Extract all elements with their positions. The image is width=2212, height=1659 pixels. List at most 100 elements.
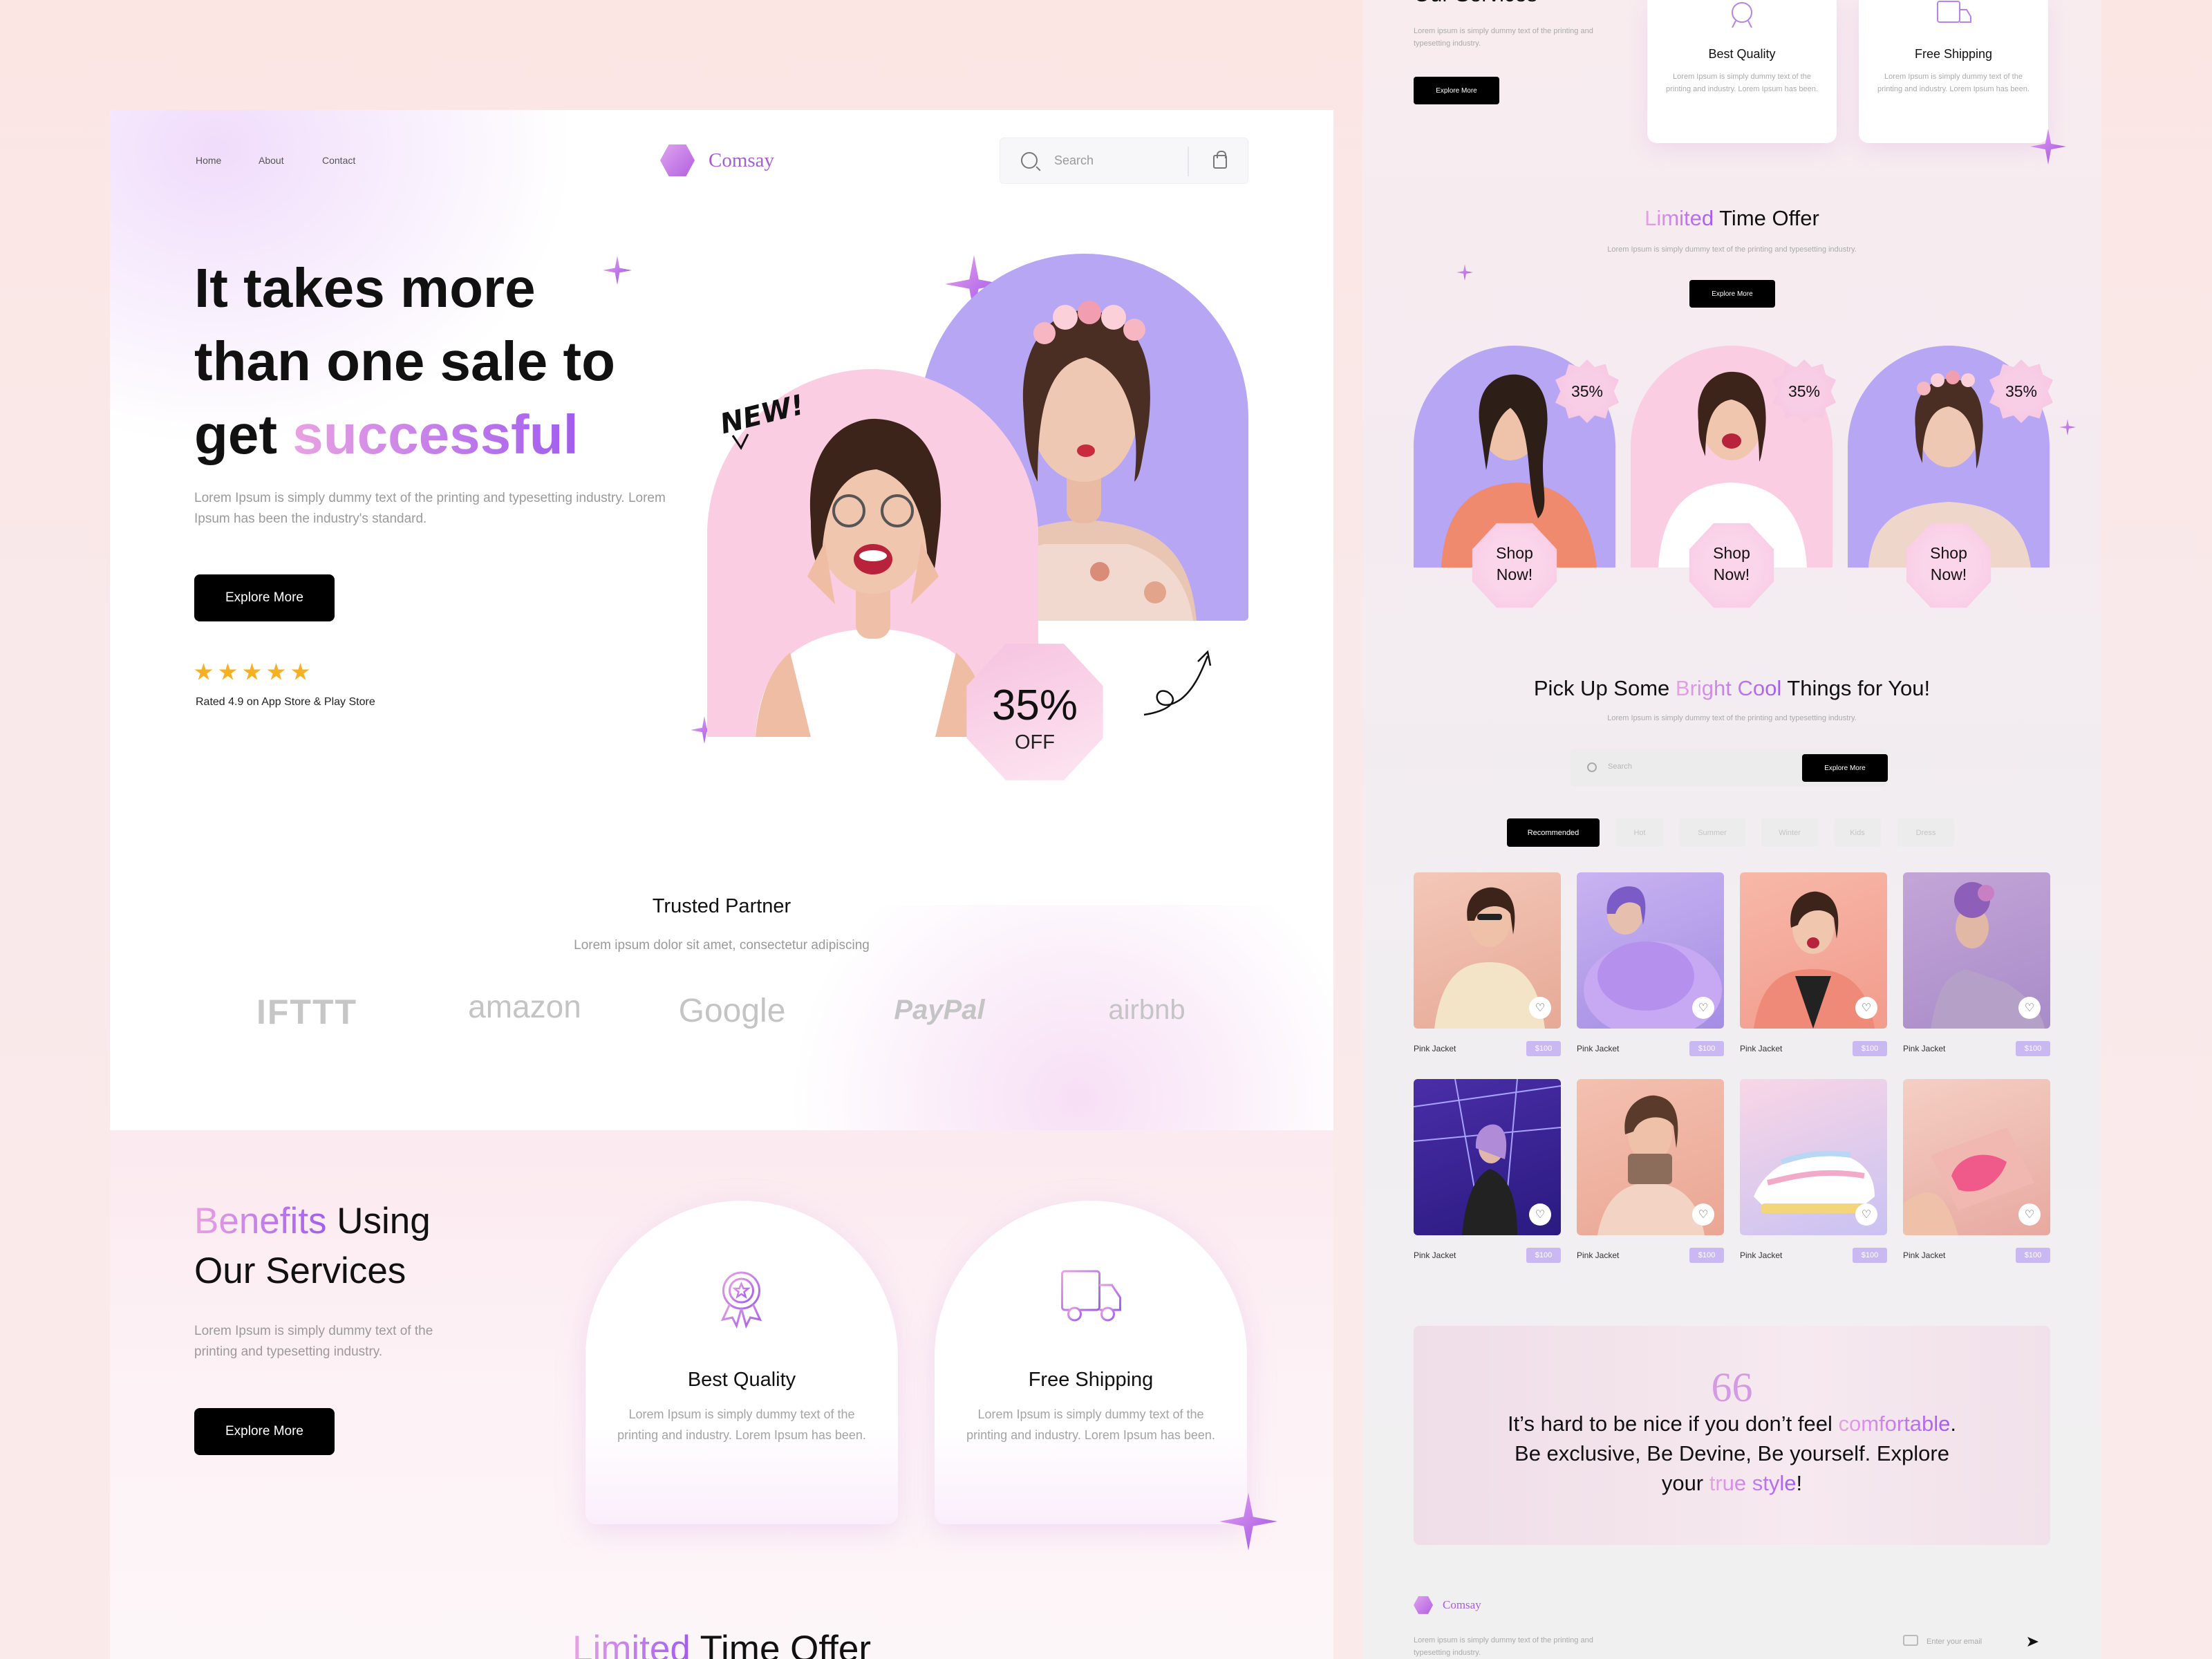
service-card-free-shipping: Free Shipping Lorem Ipsum is simply dumm…	[1859, 0, 2048, 143]
wishlist-heart-icon[interactable]: ♡	[1529, 1203, 1551, 1226]
search-bar: Search	[1000, 138, 1248, 184]
rating-stars	[194, 663, 310, 682]
service-card-desc: Lorem Ipsum is simply dummy text of the …	[1877, 73, 2030, 93]
discount-label: OFF	[1015, 731, 1055, 753]
hexagon-logo-icon	[660, 144, 695, 176]
pick-title-accent: Bright Cool	[1675, 676, 1782, 700]
tab-summer[interactable]: Summer	[1679, 818, 1745, 847]
quote-line3: your	[1661, 1471, 1709, 1495]
product-card[interactable]: ♡ Pink Jacket $100	[1577, 872, 1724, 1056]
footer-logo[interactable]: Comsay	[1414, 1595, 1481, 1615]
ifttt-logo: IFTTT	[256, 993, 358, 1031]
offer-explore-button[interactable]: Explore More	[1689, 280, 1775, 308]
shop-now-line1: Shop	[1713, 544, 1750, 562]
product-price: $100	[1526, 1248, 1561, 1263]
hero-explore-button[interactable]: Explore More	[194, 574, 335, 621]
send-arrow-icon[interactable]	[2026, 1635, 2040, 1648]
mail-icon	[1903, 1635, 1918, 1646]
star-icon	[243, 663, 261, 680]
newsletter-email-input[interactable]: Enter your email	[1927, 1638, 1982, 1646]
offer-title: Limited Time Offer	[1362, 206, 2101, 231]
product-card[interactable]: ♡ Pink Jacket $100	[1577, 1079, 1724, 1263]
hexagon-logo-icon	[1414, 1596, 1433, 1614]
wishlist-heart-icon[interactable]: ♡	[1855, 997, 1877, 1019]
product-card[interactable]: ♡ Pink Jacket $100	[1414, 872, 1561, 1056]
product-card[interactable]: ♡ Pink Jacket $100	[1414, 1079, 1561, 1263]
nav-home-link[interactable]: Home	[196, 155, 221, 166]
services-subtitle: Lorem ipsum is simply dummy text of the …	[1414, 27, 1593, 48]
pick-search-button[interactable]: Explore More	[1802, 754, 1888, 782]
trusted-title: Trusted Partner	[652, 895, 791, 917]
benefits-explore-button[interactable]: Explore More	[194, 1408, 335, 1455]
pick-search-bar: Search Explore More	[1571, 749, 1888, 787]
benefits-title-line2: Our Services	[194, 1250, 406, 1291]
curved-arrow-icon	[1143, 650, 1212, 716]
sparkle-icon	[1456, 264, 1473, 281]
wishlist-heart-icon[interactable]: ♡	[2018, 997, 2041, 1019]
tab-dress[interactable]: Dress	[1897, 818, 1954, 847]
service-card-title: Best Quality	[1708, 47, 1776, 61]
wishlist-heart-icon[interactable]: ♡	[1692, 1203, 1714, 1226]
shop-now-line1: Shop	[1930, 544, 1967, 562]
tab-recommended[interactable]: Recommended	[1507, 818, 1600, 847]
benefit-card-desc: Lorem Ipsum is simply dummy text of the …	[966, 1407, 1215, 1442]
search-icon[interactable]	[1587, 762, 1597, 772]
tab-winter[interactable]: Winter	[1761, 818, 1818, 847]
services-explore-button[interactable]: Explore More	[1414, 77, 1499, 104]
truck-icon	[1061, 1270, 1121, 1322]
product-card[interactable]: ♡ Pink Jacket $100	[1740, 1079, 1887, 1263]
benefit-card-title: Best Quality	[687, 1369, 796, 1391]
shop-now-line2: Now!	[1713, 565, 1750, 583]
quote-line2: Be exclusive, Be Devine, Be yourself. Ex…	[1515, 1441, 1949, 1465]
pick-search-input[interactable]: Search	[1608, 762, 1632, 771]
service-card-title: Free Shipping	[1914, 47, 1993, 61]
amazon-logo: amazon	[468, 988, 581, 1024]
hero-title-line3: get	[194, 404, 293, 465]
product-price: $100	[1853, 1041, 1887, 1056]
limited-offer-accent: Limited	[572, 1629, 691, 1659]
benefit-card-title: Free Shipping	[1028, 1369, 1154, 1391]
award-icon	[720, 1271, 762, 1329]
wishlist-heart-icon[interactable]: ♡	[1855, 1203, 1877, 1226]
landing-page-right: Our Services Lorem ipsum is simply dummy…	[1362, 0, 2101, 1659]
trusted-subtitle: Lorem ipsum dolor sit amet, consectetur …	[574, 938, 870, 953]
product-image: ♡	[1903, 872, 2050, 1029]
nav-contact-link[interactable]: Contact	[322, 155, 355, 166]
wishlist-heart-icon[interactable]: ♡	[2018, 1203, 2041, 1226]
product-name: Pink Jacket	[1740, 1250, 1783, 1260]
hero-title-line1: It takes more	[194, 257, 536, 319]
product-image: ♡	[1740, 1079, 1887, 1235]
search-input[interactable]: Search	[1054, 153, 1094, 168]
pick-title-plain2: Things for You!	[1781, 676, 1931, 700]
tab-hot[interactable]: Hot	[1616, 818, 1663, 847]
quote-line1: It’s hard to be nice if you don’t feel	[1507, 1412, 1839, 1436]
search-icon[interactable]	[1021, 152, 1038, 169]
search-divider	[1188, 147, 1189, 176]
product-name: Pink Jacket	[1577, 1250, 1620, 1260]
product-name: Pink Jacket	[1740, 1044, 1783, 1053]
hero-title-line2: than one sale to	[194, 330, 615, 392]
product-image: ♡	[1577, 1079, 1724, 1235]
product-card[interactable]: ♡ Pink Jacket $100	[1903, 872, 2050, 1056]
shopping-bag-icon[interactable]	[1213, 151, 1227, 169]
new-tag-check-icon	[731, 433, 749, 450]
product-name: Pink Jacket	[1414, 1044, 1456, 1053]
pick-title: Pick Up Some Bright Cool Things for You!	[1362, 676, 2101, 701]
footer-description: Lorem ipsum is simply dummy text of the …	[1414, 1636, 1593, 1657]
product-price: $100	[2016, 1041, 2050, 1056]
product-name: Pink Jacket	[1903, 1250, 1946, 1260]
quote-line1-end: .	[1950, 1412, 1957, 1436]
product-card[interactable]: ♡ Pink Jacket $100	[1903, 1079, 2050, 1263]
benefits-subtitle: Lorem Ipsum is simply dummy text of the …	[194, 1324, 433, 1359]
nav-about-link[interactable]: About	[259, 155, 284, 166]
award-icon	[1732, 2, 1752, 28]
brand-logo[interactable]: Comsay	[660, 143, 774, 178]
quote-text: It’s hard to be nice if you don’t feel c…	[1455, 1409, 2009, 1498]
tab-kids[interactable]: Kids	[1834, 818, 1881, 847]
wishlist-heart-icon[interactable]: ♡	[1529, 997, 1551, 1019]
wishlist-heart-icon[interactable]: ♡	[1692, 997, 1714, 1019]
quote-accent1: comfortable	[1838, 1412, 1951, 1436]
product-card[interactable]: ♡ Pink Jacket $100	[1740, 872, 1887, 1056]
benefit-card-free-shipping: Free Shipping Lorem Ipsum is simply dumm…	[935, 1201, 1247, 1524]
shop-now-line2: Now!	[1496, 565, 1533, 583]
